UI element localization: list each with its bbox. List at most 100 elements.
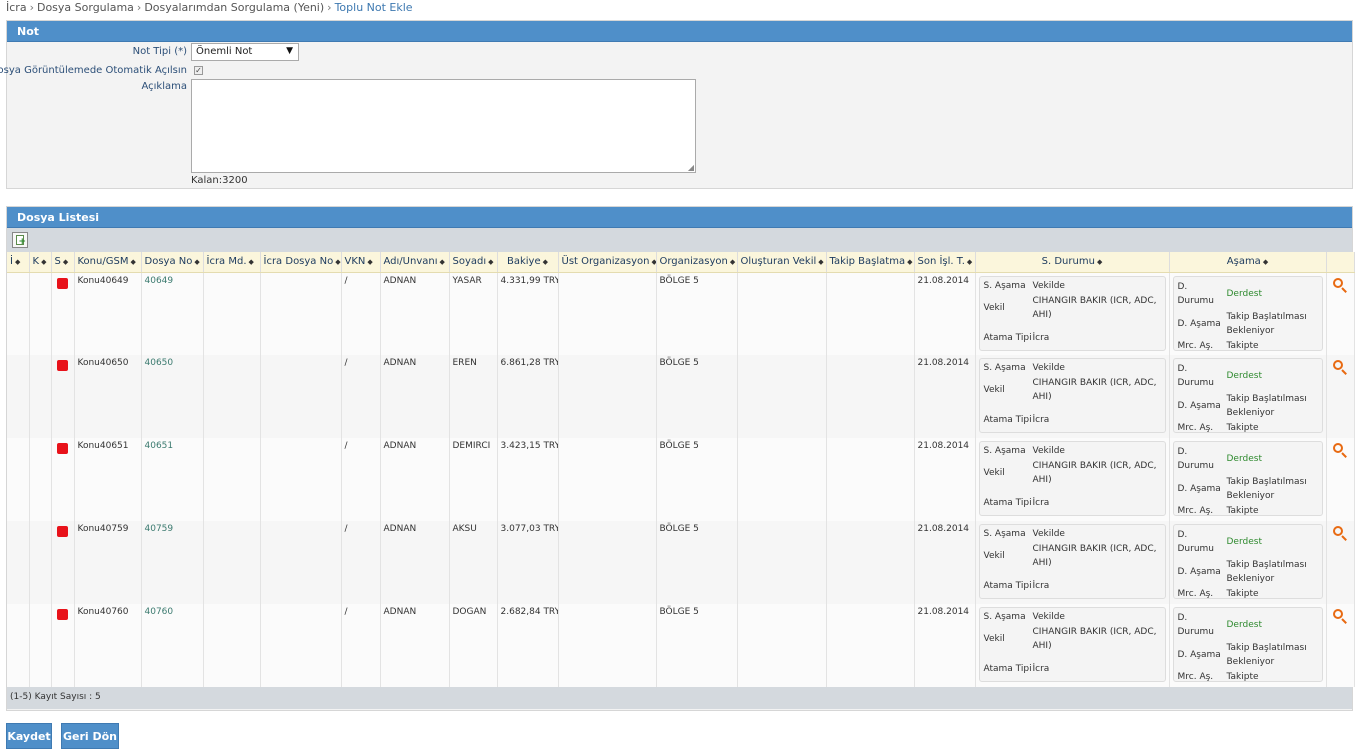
breadcrumb: İcra › Dosya Sorgulama › Dosyalarımdan Sorgu…	[6, 1, 413, 14]
table-row[interactable]: Konu40760 40760 /ADNAN DOGAN 2.682,84 TRY BÖL…	[7, 604, 1355, 687]
atama-tipi-value: İcra	[1032, 581, 1050, 591]
vekil-label: Vekil	[983, 468, 1005, 478]
column-header[interactable]: Aşama ◆	[1169, 252, 1327, 273]
column-header[interactable]: Son İşl. T. ◆	[914, 252, 976, 273]
breadcrumb-icra[interactable]: İcra	[6, 1, 27, 14]
s-asama-value: Vekilde	[1032, 280, 1065, 291]
cell-icra-dosya-no	[260, 604, 342, 687]
table-row[interactable]: Konu40649 40649 /ADNAN YASAR 4.331,99 TRY BÖL…	[7, 272, 1355, 355]
column-header[interactable]: Adı/Unvanı ◆	[380, 252, 450, 273]
breadcrumb-separator: ›	[327, 1, 332, 14]
cell-organizasyon: BÖLGE 5	[656, 521, 738, 604]
sort-icon: ◆	[335, 258, 341, 267]
cell-dosya-no[interactable]: 40760	[141, 604, 204, 687]
column-header[interactable]: Bakiye ◆	[497, 252, 559, 273]
add-document-button[interactable]: +	[12, 232, 28, 248]
magnifier-icon[interactable]	[1332, 608, 1348, 624]
d-durumu-label: D. Durumu	[1177, 530, 1215, 554]
dosya-no-link[interactable]: 40651	[145, 441, 174, 451]
vekil-label: Vekil	[983, 634, 1005, 644]
file-list-panel: Dosya Listesi + İ ◆ K ◆ S ◆ Konu/GSM ◆ Dosya…	[6, 206, 1355, 711]
back-button[interactable]: Geri Dön	[61, 723, 119, 749]
d-asama-value: Takip Başlatılması Bekleniyor	[1226, 394, 1307, 418]
dosya-no-link[interactable]: 40759	[145, 524, 174, 534]
magnifier-icon[interactable]	[1332, 359, 1348, 375]
d-durumu-value: Derdest	[1226, 620, 1262, 630]
cell-organizasyon: BÖLGE 5	[656, 355, 738, 438]
cell-adi: ADNAN	[380, 272, 450, 355]
mrc-as-label: Mrc. Aş.	[1177, 423, 1214, 433]
cell-ust-organizasyon	[558, 438, 657, 521]
column-header[interactable]: VKN ◆	[341, 252, 381, 273]
column-header[interactable]: İ ◆	[7, 252, 30, 273]
vekil-label: Vekil	[983, 385, 1005, 395]
table-row[interactable]: Konu40651 40651 /ADNAN DEMIRCI 3.423,15 TRY B…	[7, 438, 1355, 521]
vekil-value: CIHANGIR BAKIR (ICR, ADC, AHI)	[1032, 461, 1157, 485]
magnifier-icon[interactable]	[1332, 525, 1348, 541]
breadcrumb-dosya-sorgulama[interactable]: Dosya Sorgulama	[37, 1, 134, 14]
cell-s-durumu: S. Aşama Vekilde Vekil CIHANGIR BAKIR (ICR,…	[975, 355, 1170, 438]
mrc-as-label: Mrc. Aş.	[1177, 506, 1214, 516]
column-header[interactable]: S ◆	[51, 252, 75, 273]
s-asama-label: S. Aşama	[983, 529, 1026, 539]
dosya-no-link[interactable]: 40650	[145, 358, 174, 368]
cell-dosya-no[interactable]: 40650	[141, 355, 204, 438]
save-button[interactable]: Kaydet	[6, 723, 52, 749]
s-asama-value: Vekilde	[1032, 363, 1065, 373]
cell-adi: ADNAN	[380, 355, 450, 438]
cell-s-durumu: S. Aşama Vekilde Vekil CIHANGIR BAKIR (ICR,…	[975, 604, 1170, 687]
column-header[interactable]: İcra Dosya No ◆	[260, 252, 342, 273]
column-header[interactable]: K ◆	[29, 252, 52, 273]
s-asama-label: S. Aşama	[983, 280, 1026, 291]
column-header[interactable]: Konu/GSM ◆	[74, 252, 142, 273]
description-textarea[interactable]: ◢	[191, 79, 696, 173]
file-list-toolbar: +	[7, 228, 1352, 252]
column-header[interactable]: İcra Md. ◆	[203, 252, 261, 273]
cell-adi: ADNAN	[380, 521, 450, 604]
cell-dosya-no[interactable]: 40649	[141, 272, 204, 355]
atama-tipi-value: İcra	[1032, 415, 1050, 425]
s-durumu-box: S. Aşama Vekilde Vekil CIHANGIR BAKIR (ICR,…	[978, 358, 1166, 433]
dosya-no-link[interactable]: 40649	[145, 276, 174, 286]
column-header[interactable]: Dosya No ◆	[141, 252, 204, 273]
cell-icra-md	[203, 604, 261, 687]
column-header[interactable]: Üst Organizasyon◆	[558, 252, 657, 273]
table-row[interactable]: Konu40759 40759 /ADNAN AKSU 3.077,03 TRY BÖLG…	[7, 521, 1355, 604]
column-header[interactable]: Oluşturan Vekil ◆	[737, 252, 827, 273]
column-header[interactable]: Organizasyon ◆	[656, 252, 738, 273]
cell-s	[51, 521, 75, 604]
cell-son-islem: 21.08.2014	[914, 521, 976, 604]
s-durumu-box: S. Aşama Vekilde Vekil CIHANGIR BAKIR (ICR,…	[978, 524, 1166, 599]
column-header[interactable]: S. Durumu ◆	[975, 252, 1170, 273]
magnifier-icon[interactable]	[1332, 442, 1348, 458]
cell-s-durumu: S. Aşama Vekilde Vekil CIHANGIR BAKIR (ICR,…	[975, 521, 1170, 604]
cell-actions	[1326, 604, 1355, 687]
vekil-value: CIHANGIR BAKIR (ICR, ADC, AHI)	[1032, 378, 1157, 402]
column-header[interactable]: Soyadı ◆	[449, 252, 498, 273]
cell-bakiye: 3.423,15 TRY	[497, 438, 559, 521]
cell-dosya-no[interactable]: 40651	[141, 438, 204, 521]
cell-asama: D. Durumu Derdest D. Aşama Takip Başlatılma…	[1169, 521, 1327, 604]
auto-open-checkbox[interactable]: ✓	[194, 66, 203, 75]
sort-icon: ◆	[907, 258, 913, 267]
cell-s	[51, 604, 75, 687]
mrc-as-label: Mrc. Aş.	[1177, 340, 1214, 351]
cell-dosya-no[interactable]: 40759	[141, 521, 204, 604]
mrc-as-value: Takipte	[1226, 672, 1259, 682]
note-panel: Not Not Tipi (*) Önemli Not ▼ Dosya Görü…	[0, 20, 1353, 189]
cell-ust-organizasyon	[558, 355, 657, 438]
cell-soyadi: EREN	[449, 355, 498, 438]
breadcrumb-dosyalarimdan[interactable]: Dosyalarımdan Sorgulama (Yeni)	[144, 1, 324, 14]
d-durumu-value: Derdest	[1226, 371, 1262, 381]
cell-olusturan-vekil	[737, 521, 827, 604]
note-type-select[interactable]: Önemli Not ▼	[191, 43, 299, 61]
column-header[interactable]: Takip Başlatma ◆	[826, 252, 915, 273]
resize-grip-icon[interactable]: ◢	[688, 164, 694, 172]
s-durumu-box: S. Aşama Vekilde Vekil CIHANGIR BAKIR (ICR,…	[978, 441, 1166, 516]
magnifier-icon[interactable]	[1332, 277, 1348, 293]
cell-icra-md	[203, 355, 261, 438]
cell-k	[29, 272, 52, 355]
table-row[interactable]: Konu40650 40650 /ADNAN EREN 6.861,28 TRY BÖLG…	[7, 355, 1355, 438]
dosya-no-link[interactable]: 40760	[145, 607, 174, 617]
d-durumu-value: Derdest	[1226, 537, 1262, 547]
